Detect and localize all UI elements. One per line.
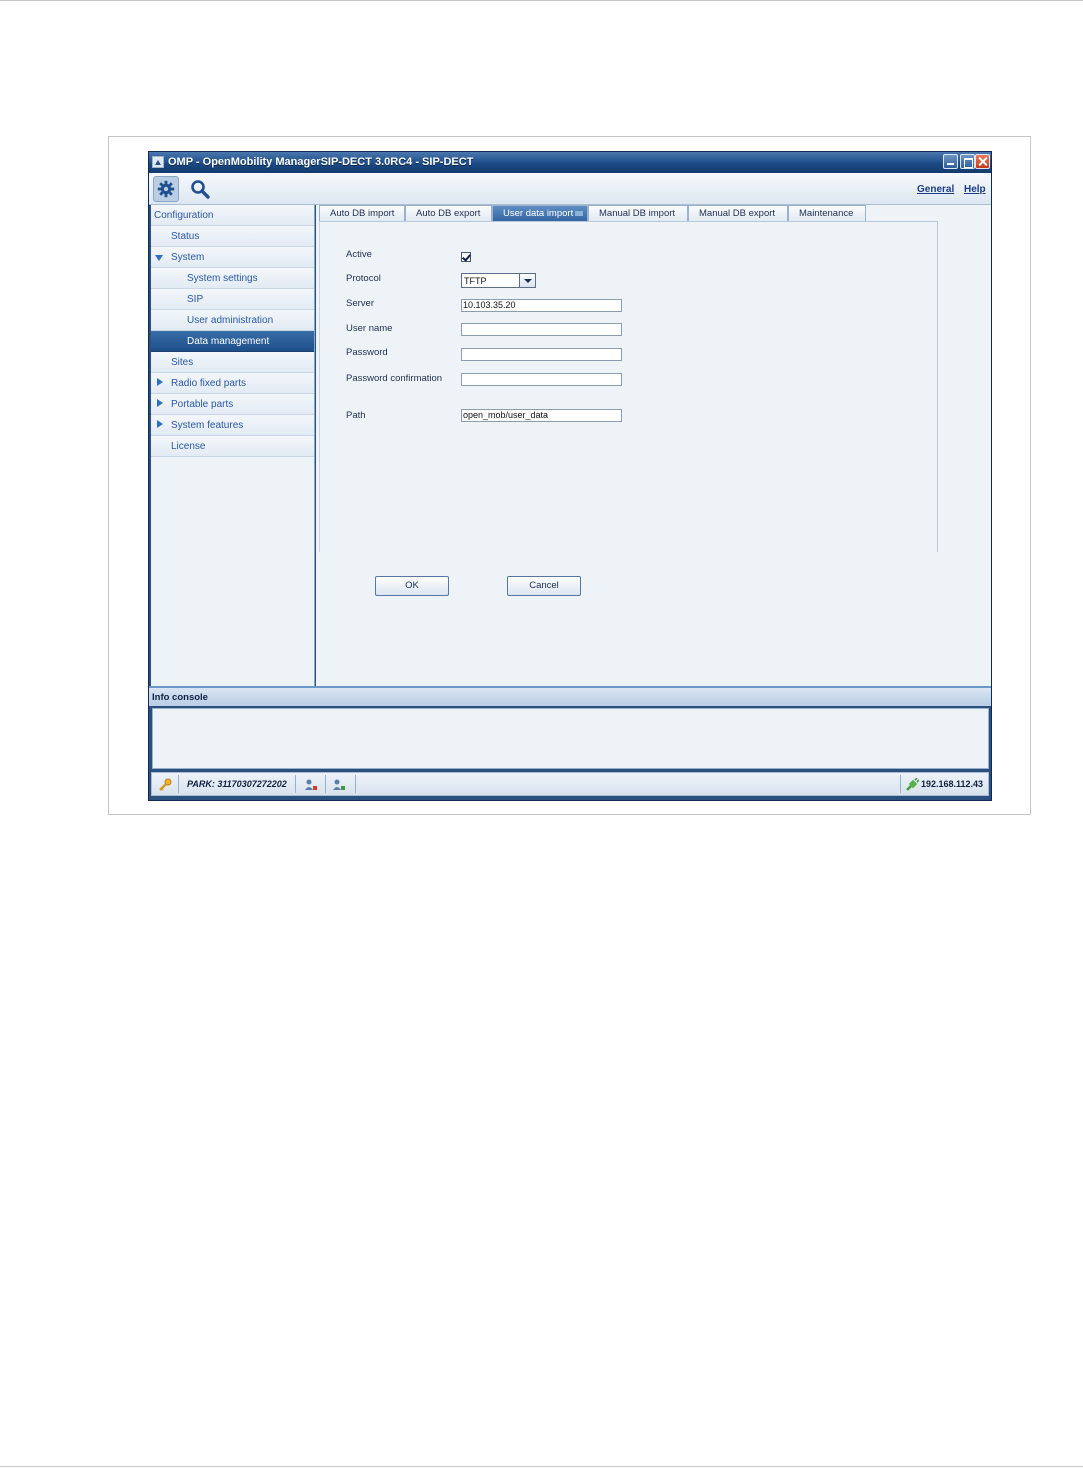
sidebar-item-data-management[interactable]: Data management <box>151 331 314 352</box>
tab-manual-db-export[interactable]: Manual DB export <box>688 205 788 221</box>
path-input[interactable]: open_mob/user_data <box>461 409 622 422</box>
toolbar: General Help <box>149 173 991 205</box>
status-cell-key <box>152 775 179 793</box>
user-data-import-panel: Active Protocol TFTP Server 10.103.35.20… <box>319 221 938 552</box>
app-window: OMP - OpenMobility ManagerSIP-DECT 3.0RC… <box>148 151 992 801</box>
configuration-button[interactable] <box>153 176 179 202</box>
sidebar-nav: Configuration Status System System setti… <box>151 205 315 686</box>
search-icon <box>191 180 210 199</box>
sidebar-item-license[interactable]: License <box>151 436 314 457</box>
ok-button[interactable]: OK <box>375 576 449 596</box>
collapsed-arrow-icon <box>157 420 163 428</box>
status-bar: PARK: 31170307272202 192.168.112.43 <box>151 772 989 796</box>
password-confirmation-label: Password confirmation <box>346 373 443 384</box>
sidebar-item-label: Configuration <box>154 210 214 221</box>
tab-user-data-import[interactable]: User data import <box>492 205 588 221</box>
title-bar[interactable]: OMP - OpenMobility ManagerSIP-DECT 3.0RC… <box>149 152 991 173</box>
help-link[interactable]: Help <box>964 184 986 195</box>
page-bottom-rule <box>0 1466 1083 1467</box>
page-top-rule <box>0 0 1083 1</box>
server-label: Server <box>346 298 374 309</box>
sidebar-item-system-features[interactable]: System features <box>151 415 314 436</box>
cancel-button[interactable]: Cancel <box>507 576 581 596</box>
general-link[interactable]: General <box>917 184 954 195</box>
info-console-title: Info console <box>152 692 208 703</box>
info-console-header: Info console <box>149 686 991 706</box>
users-ok-icon <box>333 779 345 790</box>
tab-label: Maintenance <box>799 208 854 219</box>
expanded-arrow-icon <box>155 255 163 261</box>
protocol-label: Protocol <box>346 273 381 284</box>
sidebar-item-label: License <box>171 441 206 452</box>
sidebar-item-label: System <box>171 252 205 263</box>
status-cell-users-1 <box>296 775 326 793</box>
minimize-button[interactable] <box>943 154 958 169</box>
protocol-select[interactable]: TFTP <box>461 273 536 288</box>
search-button[interactable] <box>187 176 213 202</box>
password-confirmation-input[interactable] <box>461 373 622 386</box>
sidebar-item-user-administration[interactable]: User administration <box>151 310 314 331</box>
sidebar-item-label: System settings <box>187 273 258 284</box>
sidebar-item-radio-fixed-parts[interactable]: Radio fixed parts <box>151 373 314 394</box>
status-cell-users-2 <box>326 775 356 793</box>
tab-manual-db-import[interactable]: Manual DB import <box>588 205 688 221</box>
sidebar-item-system[interactable]: System <box>151 247 314 268</box>
tab-auto-db-export[interactable]: Auto DB export <box>405 205 492 221</box>
sidebar-item-status[interactable]: Status <box>151 226 314 247</box>
gear-icon <box>157 180 175 198</box>
sidebar-item-label: Portable parts <box>171 399 234 410</box>
tab-label: Auto DB import <box>330 208 395 219</box>
username-input[interactable] <box>461 323 622 336</box>
password-input[interactable] <box>461 348 622 361</box>
protocol-value: TFTP <box>464 276 487 286</box>
status-cell-park: PARK: 31170307272202 <box>179 775 296 793</box>
sidebar-item-configuration[interactable]: Configuration <box>151 205 314 226</box>
active-checkbox[interactable] <box>461 252 471 262</box>
sidebar-item-label: SIP <box>187 294 204 305</box>
sidebar-item-label: User administration <box>187 315 274 326</box>
app-icon <box>152 156 164 168</box>
sidebar-item-label: Sites <box>171 357 194 368</box>
tab-label: User data import <box>503 208 574 219</box>
park-value: PARK: 31170307272202 <box>187 779 287 789</box>
tab-label: Manual DB export <box>699 208 776 219</box>
tab-label: Manual DB import <box>599 208 676 219</box>
collapsed-arrow-icon <box>157 399 163 407</box>
status-cell-connection: 192.168.112.43 <box>900 775 988 793</box>
tab-maintenance[interactable]: Maintenance <box>788 205 866 221</box>
tab-auto-db-import[interactable]: Auto DB import <box>319 205 405 221</box>
sidebar-item-label: Status <box>171 231 200 242</box>
window-title: OMP - OpenMobility ManagerSIP-DECT 3.0RC… <box>168 156 474 168</box>
sidebar-item-sites[interactable]: Sites <box>151 352 314 373</box>
sidebar-item-label: Radio fixed parts <box>171 378 247 389</box>
server-input[interactable]: 10.103.35.20 <box>461 299 622 312</box>
active-label: Active <box>346 249 372 260</box>
users-warning-icon <box>305 779 317 790</box>
maximize-button[interactable] <box>960 154 975 169</box>
collapsed-arrow-icon <box>157 378 163 386</box>
connection-plug-icon <box>906 778 919 791</box>
close-button[interactable] <box>975 154 990 169</box>
username-label: User name <box>346 323 393 334</box>
tab-label: Auto DB export <box>416 208 481 219</box>
ip-address: 192.168.112.43 <box>921 779 984 789</box>
sidebar-item-portable-parts[interactable]: Portable parts <box>151 394 314 415</box>
key-icon <box>159 778 172 791</box>
sidebar-item-label: System features <box>171 420 244 431</box>
sidebar-item-label: Data management <box>187 336 270 347</box>
path-label: Path <box>346 410 366 421</box>
sidebar-item-sip[interactable]: SIP <box>151 289 314 310</box>
password-label: Password <box>346 347 388 358</box>
chevron-down-icon[interactable] <box>519 274 535 287</box>
info-console-body[interactable] <box>152 708 989 769</box>
sidebar-item-system-settings[interactable]: System settings <box>151 268 314 289</box>
main-content: Auto DB import Auto DB export User data … <box>316 205 991 686</box>
